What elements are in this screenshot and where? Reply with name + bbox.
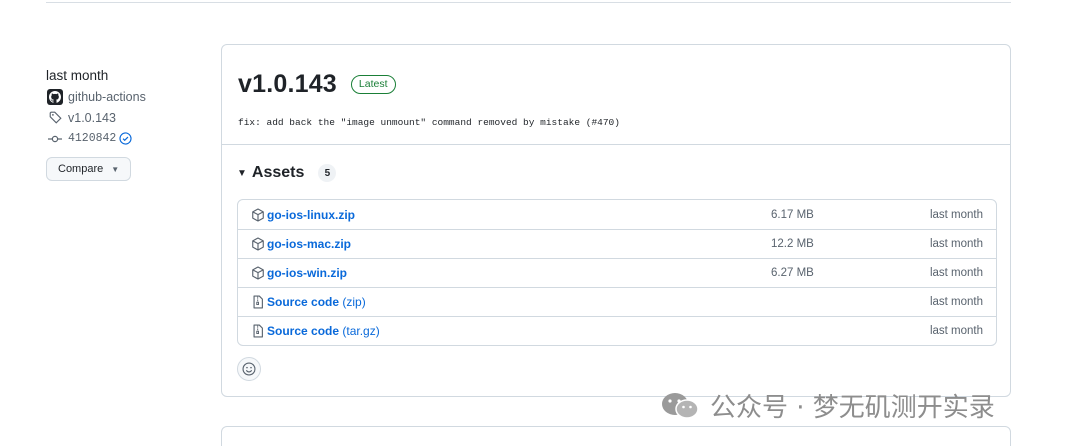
asset-format[interactable]: (tar.gz) [342,324,379,338]
asset-date: last month [929,325,983,337]
assets-count: 5 [318,164,337,182]
compare-label: Compare [58,163,104,175]
asset-row: go-ios-linux.zip 6.17 MB last month [238,200,996,229]
asset-date: last month [929,238,983,250]
watermark-text: 公众号 · 梦无矶测开实录 [710,393,995,423]
release-meta: last month github-actions v1.0.143 41208… [46,66,206,181]
next-release-card [221,426,1011,446]
asset-row: Source code (tar.gz) last month [238,316,996,345]
github-icon [49,90,61,103]
author-name[interactable]: github-actions [68,90,146,104]
release-page: last month github-actions v1.0.143 41208… [0,0,1080,446]
asset-date: last month [929,267,983,279]
triangle-down-icon: ▼ [237,167,247,179]
tag-name[interactable]: v1.0.143 [68,111,116,125]
asset-date: last month [929,296,983,308]
release-header: v1.0.143 Latest fix: add back the "image… [222,45,1010,145]
commit-icon [46,131,64,147]
release-title[interactable]: v1.0.143 [238,70,337,99]
asset-row: Source code (zip) last month [238,287,996,316]
assets-label: Assets [251,164,305,181]
smiley-icon [242,362,256,376]
top-divider [46,2,1011,3]
release-author[interactable]: github-actions [46,86,206,107]
asset-name[interactable]: go-ios-linux.zip [267,208,355,222]
package-icon [251,207,265,222]
file-zip-icon [251,295,265,309]
asset-link[interactable]: go-ios-win.zip [267,266,347,280]
release-commit[interactable]: 4120842 [46,128,206,149]
asset-link[interactable]: go-ios-linux.zip [267,208,355,222]
verified-icon[interactable] [119,132,132,145]
wechat-icon [660,391,702,421]
release-notes: fix: add back the "image unmount" comman… [238,117,620,128]
asset-list: go-ios-linux.zip 6.17 MB last month go-ios-… [237,199,997,346]
add-reaction-button[interactable] [237,357,261,381]
asset-link[interactable]: Source code (tar.gz) [267,324,380,338]
package-icon [251,266,265,280]
caret-down-icon: ▼ [111,164,120,174]
asset-size: 6.27 MB [771,267,814,279]
asset-row: go-ios-mac.zip 12.2 MB last month [238,229,996,258]
asset-size: 12.2 MB [771,238,814,250]
asset-link[interactable]: go-ios-mac.zip [267,237,351,251]
asset-name[interactable]: go-ios-mac.zip [267,237,351,251]
asset-row: go-ios-win.zip 6.27 MB last month [238,258,996,287]
commit-sha[interactable]: 4120842 [68,132,116,145]
watermark: 公众号 · 梦无矶测开实录 [660,387,995,424]
asset-format[interactable]: (zip) [342,295,365,309]
asset-name[interactable]: Source code [267,324,339,338]
author-avatar[interactable] [47,88,63,105]
release-card: v1.0.143 Latest fix: add back the "image… [221,44,1011,397]
release-tag[interactable]: v1.0.143 [46,107,206,128]
assets-toggle[interactable]: ▼ Assets 5 [237,159,996,187]
compare-button[interactable]: Compare ▼ [46,157,132,181]
asset-name[interactable]: go-ios-win.zip [267,266,347,280]
asset-date: last month [929,208,983,221]
asset-name[interactable]: Source code [267,295,339,309]
release-date: last month [46,68,109,83]
assets-section: ▼ Assets 5 go-ios-linux.zip 6.17 MB last m… [222,145,1010,381]
asset-link[interactable]: Source code (zip) [267,295,366,309]
file-zip-icon [251,324,265,338]
package-icon [251,237,265,251]
latest-badge: Latest [350,74,396,94]
asset-size: 6.17 MB [771,208,814,221]
tag-icon [46,110,64,126]
